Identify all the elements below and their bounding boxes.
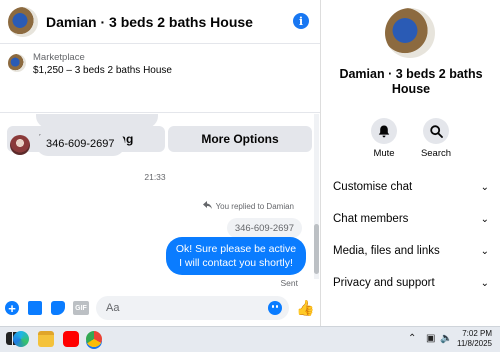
chevron-down-icon: ⌄	[480, 181, 489, 193]
menu-label: Media, files and links	[333, 245, 440, 257]
outgoing-message: Ok! Sure please be active I will contact…	[166, 237, 306, 275]
mute-button[interactable]	[371, 118, 397, 144]
system-clock[interactable]: 7:02 PM 11/8/2025	[457, 329, 492, 349]
emoji-icon[interactable]	[268, 301, 282, 315]
file-explorer-icon[interactable]	[38, 331, 54, 347]
message-input[interactable]: Aa	[96, 296, 289, 320]
reply-icon	[202, 201, 212, 211]
chat-scrollbar[interactable]	[314, 114, 319, 279]
gif-icon[interactable]: GIF	[73, 301, 89, 315]
thumbs-up-icon[interactable]: 👍	[296, 299, 315, 317]
mute-label: Mute	[373, 148, 395, 159]
profile-title: Damian · 3 beds 2 baths House	[339, 67, 483, 96]
chevron-down-icon: ⌄	[480, 213, 489, 225]
listing-thumbnail[interactable]	[8, 54, 26, 72]
listing-title[interactable]: $1,250 – 3 beds 2 baths House	[33, 65, 172, 76]
reply-indicator: You replied to Damian	[202, 201, 294, 211]
menu-media-files-links[interactable]: Media, files and links ⌄	[322, 235, 500, 267]
search-button[interactable]	[423, 118, 449, 144]
chrome-icon[interactable]	[86, 331, 102, 347]
image-icon[interactable]	[28, 301, 42, 315]
more-options-button[interactable]: More Options	[168, 126, 312, 152]
menu-label: Chat members	[333, 213, 409, 225]
previous-message-bubble	[36, 114, 158, 128]
menu-privacy-support[interactable]: Privacy and support ⌄	[322, 267, 500, 299]
sender-avatar[interactable]	[10, 135, 30, 155]
marketplace-listing-banner: Marketplace $1,250 – 3 beds 2 baths Hous…	[0, 45, 320, 152]
plus-icon[interactable]: +	[5, 301, 19, 315]
chevron-down-icon: ⌄	[480, 245, 489, 257]
info-icon[interactable]: i	[293, 13, 309, 29]
youtube-icon[interactable]	[63, 331, 79, 347]
clock-date: 11/8/2025	[457, 339, 492, 348]
message-timestamp: 21:33	[144, 172, 166, 182]
contact-avatar[interactable]	[8, 6, 38, 37]
chat-panel: Damian · 3 beds 2 baths House i Marketpl…	[0, 0, 321, 326]
chat-title[interactable]: Damian · 3 beds 2 baths House	[46, 14, 253, 30]
bell-icon	[378, 125, 390, 137]
chevron-up-icon[interactable]: ⌃	[408, 333, 416, 344]
clock-time: 7:02 PM	[462, 329, 492, 338]
quoted-message[interactable]: 346-609-2697	[226, 218, 302, 238]
search-icon	[429, 124, 443, 138]
incoming-message: 346-609-2697	[36, 132, 125, 156]
message-status: Sent	[280, 278, 299, 288]
marketplace-label: Marketplace	[33, 52, 85, 63]
network-icon[interactable]: ▣	[426, 333, 435, 344]
edge-browser-icon[interactable]	[13, 331, 29, 347]
volume-icon[interactable]: 🔈	[440, 333, 452, 344]
menu-label: Customise chat	[333, 181, 413, 193]
chevron-down-icon: ⌄	[480, 277, 489, 289]
menu-chat-members[interactable]: Chat members ⌄	[322, 203, 500, 235]
scrollbar-thumb[interactable]	[314, 224, 319, 274]
profile-avatar[interactable]	[385, 8, 435, 58]
sticker-icon[interactable]	[51, 301, 65, 315]
chat-header: Damian · 3 beds 2 baths House i	[0, 0, 320, 44]
search-label: Search	[420, 148, 452, 159]
menu-customise-chat[interactable]: Customise chat ⌄	[322, 171, 500, 203]
menu-label: Privacy and support	[333, 277, 435, 289]
reply-label: You replied to Damian	[215, 201, 294, 211]
